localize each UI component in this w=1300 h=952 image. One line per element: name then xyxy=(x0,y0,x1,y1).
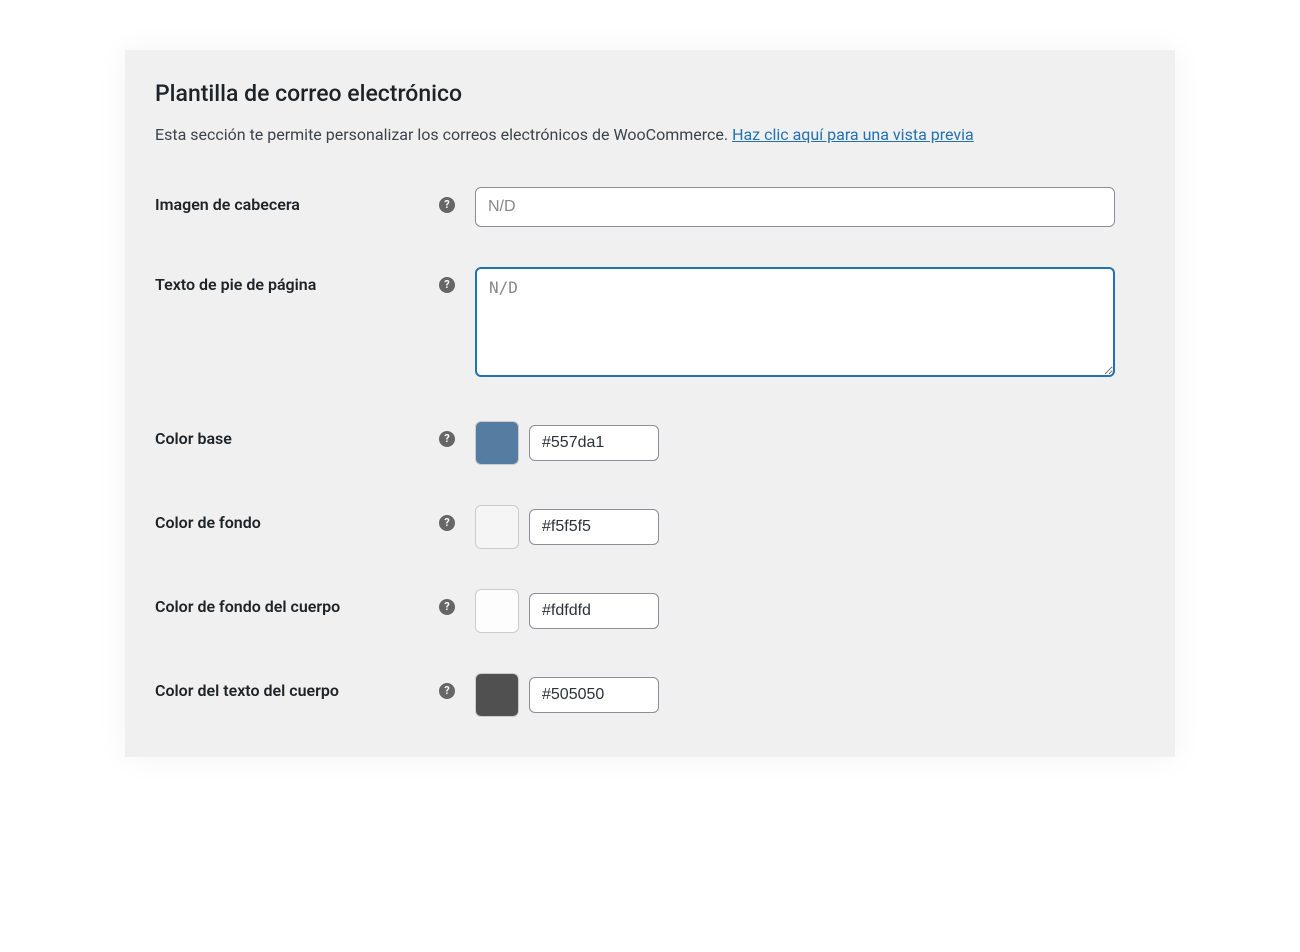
field-row-body-text-color: Color del texto del cuerpo ? xyxy=(155,673,1145,717)
input-col xyxy=(475,589,1145,633)
section-title: Plantilla de correo electrónico xyxy=(155,80,1145,107)
help-icon[interactable]: ? xyxy=(439,431,455,447)
body-text-color-label: Color del texto del cuerpo xyxy=(155,681,339,700)
background-color-swatch[interactable] xyxy=(475,505,519,549)
footer-text-label: Texto de pie de página xyxy=(155,275,316,294)
input-col xyxy=(475,187,1145,227)
preview-link[interactable]: Haz clic aquí para una vista previa xyxy=(732,125,974,144)
description-text: Esta sección te permite personalizar los… xyxy=(155,125,732,144)
body-background-color-swatch[interactable] xyxy=(475,589,519,633)
help-icon[interactable]: ? xyxy=(439,683,455,699)
help-icon[interactable]: ? xyxy=(439,599,455,615)
input-col xyxy=(475,267,1145,381)
field-row-body-background-color: Color de fondo del cuerpo ? xyxy=(155,589,1145,633)
base-color-swatch[interactable] xyxy=(475,421,519,465)
color-picker-row xyxy=(475,505,1145,549)
background-color-label: Color de fondo xyxy=(155,513,261,532)
field-row-background-color: Color de fondo ? xyxy=(155,505,1145,549)
label-col: Imagen de cabecera ? xyxy=(155,187,475,214)
label-col: Color de fondo del cuerpo ? xyxy=(155,589,475,616)
body-background-color-input[interactable] xyxy=(529,593,659,629)
section-description: Esta sección te permite personalizar los… xyxy=(155,123,1145,147)
label-col: Color de fondo ? xyxy=(155,505,475,532)
label-col: Color base ? xyxy=(155,421,475,448)
field-row-base-color: Color base ? xyxy=(155,421,1145,465)
help-icon[interactable]: ? xyxy=(439,277,455,293)
color-picker-row xyxy=(475,421,1145,465)
input-col xyxy=(475,673,1145,717)
help-icon[interactable]: ? xyxy=(439,197,455,213)
field-row-footer-text: Texto de pie de página ? xyxy=(155,267,1145,381)
color-picker-row xyxy=(475,673,1145,717)
email-template-settings-panel: Plantilla de correo electrónico Esta sec… xyxy=(125,50,1175,757)
header-image-label: Imagen de cabecera xyxy=(155,195,300,214)
base-color-label: Color base xyxy=(155,429,232,448)
footer-text-textarea[interactable] xyxy=(475,267,1115,377)
input-col xyxy=(475,421,1145,465)
label-col: Color del texto del cuerpo ? xyxy=(155,673,475,700)
header-image-input[interactable] xyxy=(475,187,1115,227)
color-picker-row xyxy=(475,589,1145,633)
field-row-header-image: Imagen de cabecera ? xyxy=(155,187,1145,227)
help-icon[interactable]: ? xyxy=(439,515,455,531)
body-background-color-label: Color de fondo del cuerpo xyxy=(155,597,340,616)
body-text-color-input[interactable] xyxy=(529,677,659,713)
body-text-color-swatch[interactable] xyxy=(475,673,519,717)
input-col xyxy=(475,505,1145,549)
base-color-input[interactable] xyxy=(529,425,659,461)
label-col: Texto de pie de página ? xyxy=(155,267,475,294)
background-color-input[interactable] xyxy=(529,509,659,545)
